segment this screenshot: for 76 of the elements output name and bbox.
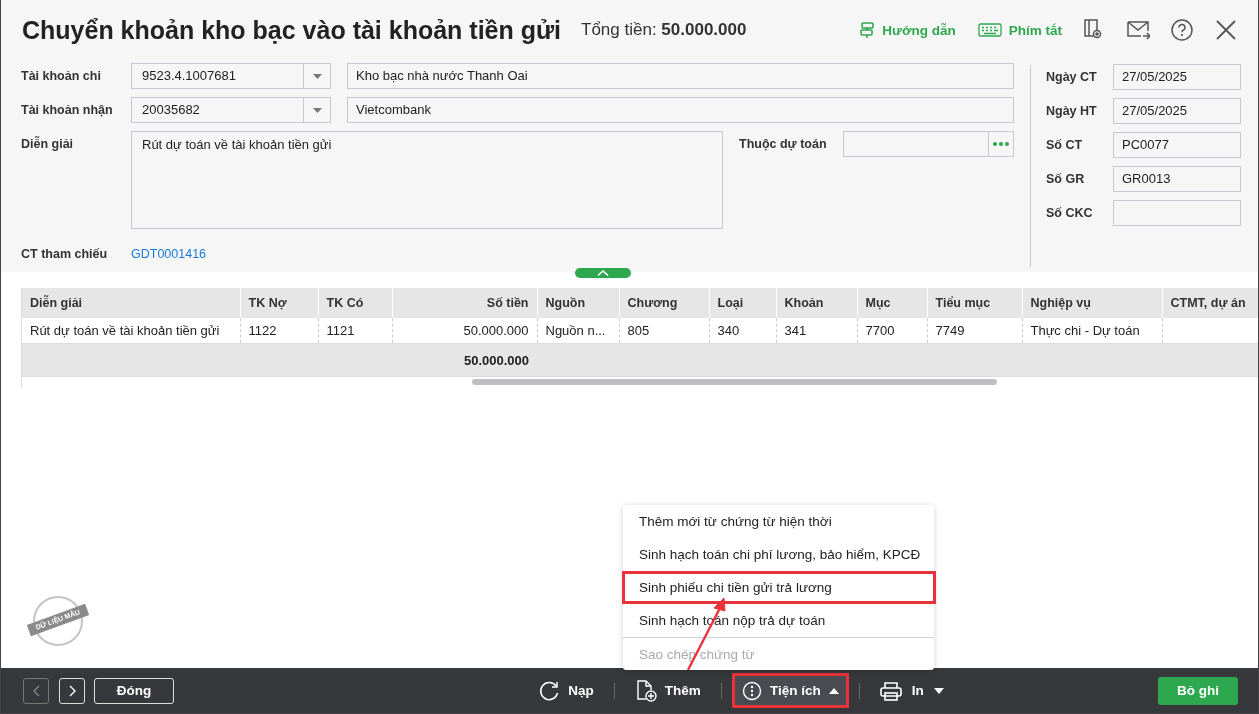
total-amount: Tổng tiền: 50.000.000	[581, 20, 747, 40]
toolbar-button[interactable]: Thêm	[625, 674, 710, 707]
input-field[interactable]: 27/05/2025	[1113, 64, 1241, 90]
more-icon[interactable]	[993, 142, 1009, 146]
caret-down-icon[interactable]	[933, 687, 944, 694]
next-button[interactable]	[59, 677, 85, 704]
menu-item[interactable]: Thêm mới từ chứng từ hiện thời	[623, 505, 934, 538]
caret-down-icon	[312, 107, 322, 113]
column-header[interactable]: Số tiền	[392, 288, 537, 318]
column-header[interactable]: Khoản	[776, 288, 857, 318]
field-label: CT tham chiếu	[21, 246, 109, 263]
description-field[interactable]: Rút dự toán về tài khoản tiền gửi	[131, 131, 723, 229]
column-header[interactable]: Chương	[619, 288, 709, 318]
column-header[interactable]: TK Nợ	[240, 288, 318, 318]
table-cell: 805	[619, 318, 709, 344]
column-header[interactable]: Diễn giải	[22, 288, 240, 318]
field-label: Số GR	[1046, 171, 1086, 188]
keyboard-icon	[977, 23, 1002, 37]
close-icon[interactable]	[1214, 18, 1238, 42]
input-field[interactable]: GR0013	[1113, 166, 1241, 192]
chevron-icon	[67, 684, 77, 697]
account-dropdown[interactable]: 9523.4.1007681	[131, 63, 331, 89]
window-title: Chuyển khoản kho bạc vào tài khoản tiền gửi	[22, 15, 562, 45]
toolbar-button[interactable]: Tiện ích	[732, 674, 848, 707]
more-vertical-icon	[741, 680, 762, 701]
table-cell: 7700	[857, 318, 927, 344]
close-button[interactable]: Đóng	[94, 677, 174, 704]
field-label: Ngày HT	[1046, 103, 1098, 120]
scrollbar-thumb[interactable]	[472, 379, 997, 385]
column-header[interactable]: Nghiệp vụ	[1022, 288, 1162, 318]
printer-icon	[879, 680, 902, 701]
table-cell: Rút dự toán về tài khoản tiền gửi	[22, 318, 240, 344]
table-cell: 340	[709, 318, 776, 344]
input-field[interactable]: 27/05/2025	[1113, 98, 1241, 124]
field-label: Số CKC	[1046, 205, 1094, 222]
field-label: Tài khoản chi	[21, 68, 102, 85]
table-cell: Nguồn n...	[537, 318, 619, 344]
column-header[interactable]: TK Có	[318, 288, 392, 318]
refresh-icon	[538, 679, 561, 702]
document-add-icon	[634, 678, 657, 703]
table-cell: 1121	[318, 318, 392, 344]
field-label: Thuộc dự toán	[739, 136, 828, 153]
toolbar-button[interactable]: In	[870, 674, 953, 707]
table-cell: Thực chi - Dự toán	[1022, 318, 1162, 344]
column-header[interactable]: Mục	[857, 288, 927, 318]
table-cell: 341	[776, 318, 857, 344]
caret-down-icon	[312, 73, 322, 79]
menu-item[interactable]: Sinh phiếu chi tiền gửi trả lương	[622, 571, 936, 604]
account-name-field[interactable]: Kho bạc nhà nước Thanh Oai	[347, 63, 1014, 89]
collapse-handle[interactable]	[575, 268, 631, 278]
input-field[interactable]: PC0077	[1113, 132, 1241, 158]
signpost-icon	[859, 21, 876, 39]
toolbar-button[interactable]: Nạp	[529, 674, 603, 707]
total-cell: 50.000.000	[392, 343, 537, 377]
field-label: Diễn giải	[21, 135, 75, 153]
help-icon[interactable]	[1170, 18, 1194, 42]
reference-link[interactable]: GDT0001416	[131, 241, 207, 267]
mail-send-icon[interactable]	[1126, 18, 1150, 42]
account-name-field[interactable]: Vietcombank	[347, 97, 1014, 123]
caret-up-icon	[828, 687, 839, 694]
menu-item[interactable]: Sinh hạch toán chi phí lương, bảo hiểm, KPCĐ	[623, 538, 934, 571]
column-header[interactable]: Nguồn	[537, 288, 619, 318]
table-cell: 7749	[927, 318, 1022, 344]
chevron-up-icon	[597, 270, 609, 276]
column-header[interactable]: Tiểu mục	[927, 288, 1022, 318]
field-label: Ngày CT	[1046, 69, 1098, 86]
field-label: Tài khoản nhận	[21, 102, 114, 119]
column-header[interactable]: Loại	[709, 288, 776, 318]
account-dropdown[interactable]: 20035682	[131, 97, 331, 123]
chevron-icon	[31, 684, 41, 697]
table-cell: 1122	[240, 318, 318, 344]
field-label: Số CT	[1046, 137, 1084, 154]
table-cell: 50.000.000	[392, 318, 537, 344]
input-field[interactable]	[1113, 200, 1241, 226]
column-header[interactable]: CTMT, dự án	[1162, 288, 1258, 318]
budget-field[interactable]	[843, 131, 1014, 157]
